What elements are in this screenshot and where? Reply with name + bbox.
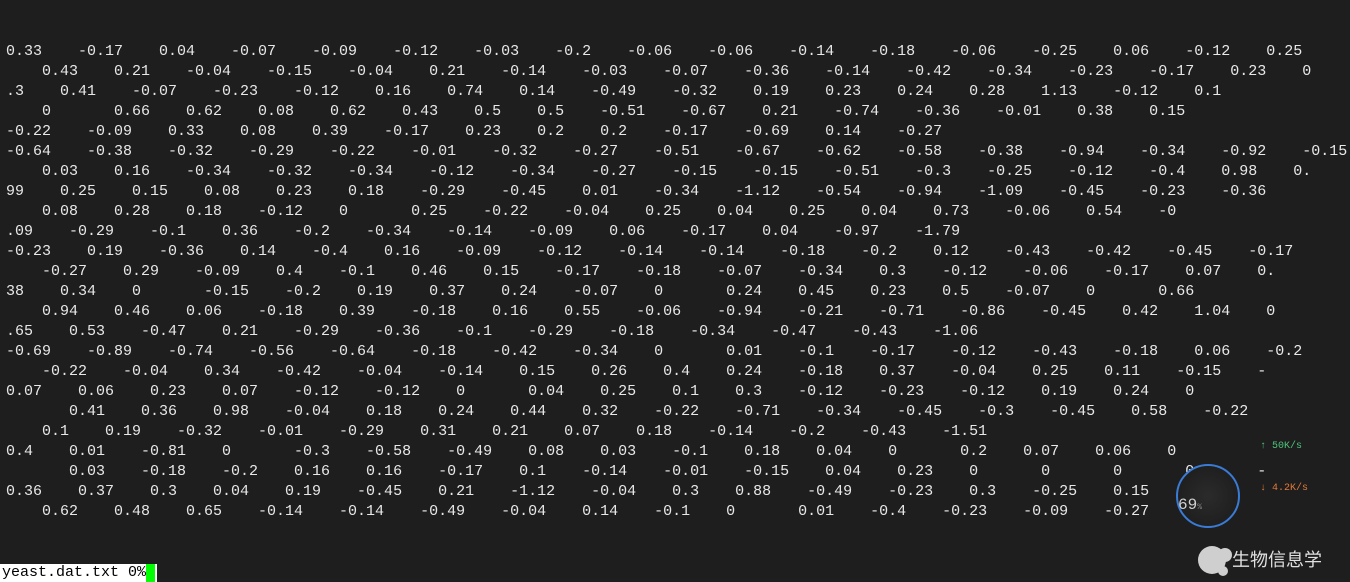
data-row: -0.69 -0.89 -0.74 -0.56 -0.64 -0.18 -0.4… bbox=[6, 342, 1344, 362]
watermark-text: 生物信息学 bbox=[1232, 550, 1322, 570]
data-row: 0.03 -0.18 -0.2 0.16 0.16 -0.17 0.1 -0.1… bbox=[6, 462, 1344, 482]
data-row: 0.43 0.21 -0.04 -0.15 -0.04 0.21 -0.14 -… bbox=[6, 62, 1344, 82]
data-row: -0.64 -0.38 -0.32 -0.29 -0.22 -0.01 -0.3… bbox=[6, 142, 1344, 162]
data-row: -0.22 -0.04 0.34 -0.42 -0.04 -0.14 0.15 … bbox=[6, 362, 1344, 382]
data-row: -0.23 0.19 -0.36 0.14 -0.4 0.16 -0.09 -0… bbox=[6, 242, 1344, 262]
upload-rate: ↑ 50K/s bbox=[1260, 440, 1308, 454]
cursor bbox=[146, 564, 155, 582]
data-row: 0 0.66 0.62 0.08 0.62 0.43 0.5 0.5 -0.51… bbox=[6, 102, 1344, 122]
file-position: 0% bbox=[128, 564, 146, 581]
data-row: 0.07 0.06 0.23 0.07 -0.12 -0.12 0 0.04 0… bbox=[6, 382, 1344, 402]
data-row: 0.94 0.46 0.06 -0.18 0.39 -0.18 0.16 0.5… bbox=[6, 302, 1344, 322]
data-row: -0.22 -0.09 0.33 0.08 0.39 -0.17 0.23 0.… bbox=[6, 122, 1344, 142]
network-speed-gauge[interactable]: 69% bbox=[1176, 464, 1240, 528]
data-row: .65 0.53 -0.47 0.21 -0.29 -0.36 -0.1 -0.… bbox=[6, 322, 1344, 342]
data-rows: 0.33 -0.17 0.04 -0.07 -0.09 -0.12 -0.03 … bbox=[6, 42, 1344, 522]
data-row: 99 0.25 0.15 0.08 0.23 0.18 -0.29 -0.45 … bbox=[6, 182, 1344, 202]
data-row: 0.36 0.37 0.3 0.04 0.19 -0.45 0.21 -1.12… bbox=[6, 482, 1344, 502]
data-row: -0.27 0.29 -0.09 0.4 -0.1 0.46 0.15 -0.1… bbox=[6, 262, 1344, 282]
data-row: .09 -0.29 -0.1 0.36 -0.2 -0.34 -0.14 -0.… bbox=[6, 222, 1344, 242]
data-row: 0.41 0.36 0.98 -0.04 0.18 0.24 0.44 0.32… bbox=[6, 402, 1344, 422]
network-percent: 69 bbox=[1178, 496, 1197, 514]
terminal-output: 0.33 -0.17 0.04 -0.07 -0.09 -0.12 -0.03 … bbox=[0, 0, 1350, 582]
data-row: .3 0.41 -0.07 -0.23 -0.12 0.16 0.74 0.14… bbox=[6, 82, 1344, 102]
data-row: 0.08 0.28 0.18 -0.12 0 0.25 -0.22 -0.04 … bbox=[6, 202, 1344, 222]
download-rate: ↓ 4.2K/s bbox=[1260, 482, 1308, 496]
data-row: 0.03 0.16 -0.34 -0.32 -0.34 -0.12 -0.34 … bbox=[6, 162, 1344, 182]
network-rates: ↑ 50K/s ↓ 4.2K/s bbox=[1260, 412, 1308, 524]
percent-suffix: % bbox=[1197, 503, 1202, 512]
data-row: 0.1 0.19 -0.32 -0.01 -0.29 0.31 0.21 0.0… bbox=[6, 422, 1344, 442]
wechat-icon bbox=[1198, 546, 1226, 574]
data-row: 38 0.34 0 -0.15 -0.2 0.19 0.37 0.24 -0.0… bbox=[6, 282, 1344, 302]
data-row: 0.62 0.48 0.65 -0.14 -0.14 -0.49 -0.04 0… bbox=[6, 502, 1344, 522]
data-row: 0.33 -0.17 0.04 -0.07 -0.09 -0.12 -0.03 … bbox=[6, 42, 1344, 62]
watermark: 生物信息学 bbox=[1198, 546, 1322, 574]
filename: yeast.dat.txt bbox=[2, 564, 119, 581]
pager-status-bar: yeast.dat.txt 0% bbox=[0, 564, 157, 582]
data-row: 0.4 0.01 -0.81 0 -0.3 -0.58 -0.49 0.08 0… bbox=[6, 442, 1344, 462]
